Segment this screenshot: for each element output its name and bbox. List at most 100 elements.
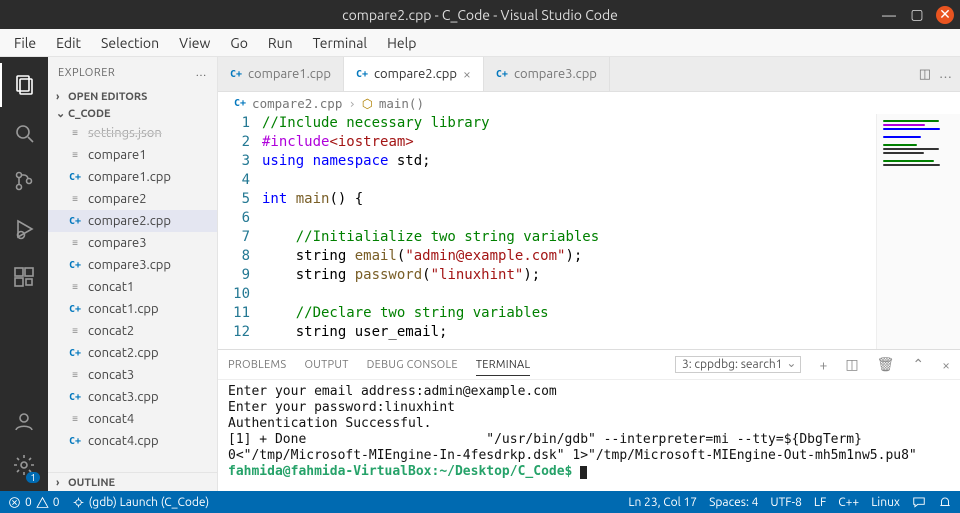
- file-icon: ≡: [68, 148, 82, 162]
- notifications-icon[interactable]: [938, 495, 952, 509]
- panel-tab-terminal[interactable]: TERMINAL: [476, 359, 531, 376]
- editor-tab[interactable]: C+ compare2.cpp ×: [344, 57, 484, 91]
- file-item[interactable]: C+compare3.cpp: [48, 254, 217, 276]
- code-content[interactable]: //Include necessary library#include<iost…: [262, 114, 876, 349]
- cpp-file-icon: C+: [68, 170, 82, 184]
- editor-column: C+ compare1.cpp C+ compare2.cpp × C+ compare3.…: [218, 57, 960, 491]
- chevron-right-icon: ›: [56, 477, 68, 489]
- file-icon: ≡: [68, 368, 82, 382]
- file-icon: ≡: [68, 192, 82, 206]
- file-item[interactable]: C+compare1.cpp: [48, 166, 217, 188]
- explorer-icon[interactable]: [0, 63, 48, 107]
- outline-section[interactable]: › OUTLINE: [48, 472, 217, 491]
- menu-help[interactable]: Help: [379, 33, 424, 53]
- menubar: FileEditSelectionViewGoRunTerminalHelp: [0, 29, 960, 57]
- terminal-output[interactable]: Enter your email address:admin@example.c…: [218, 380, 960, 491]
- chevron-right-icon: ›: [348, 96, 356, 111]
- menu-file[interactable]: File: [6, 33, 44, 53]
- menu-selection[interactable]: Selection: [93, 33, 167, 53]
- code-editor[interactable]: 123456789101112 //Include necessary libr…: [218, 114, 960, 349]
- breadcrumb[interactable]: C+ compare2.cpp › ⬡ main(): [218, 92, 960, 114]
- settings-gear-icon[interactable]: 1: [0, 443, 48, 487]
- more-actions-icon[interactable]: …: [939, 67, 952, 81]
- panel-tab-problems[interactable]: PROBLEMS: [228, 359, 286, 371]
- file-item[interactable]: ≡concat2: [48, 320, 217, 342]
- file-item[interactable]: C+concat2.cpp: [48, 342, 217, 364]
- file-label: concat3.cpp: [88, 390, 159, 404]
- cpp-file-icon: C+: [68, 258, 82, 272]
- new-terminal-icon[interactable]: +: [819, 357, 827, 373]
- file-item[interactable]: ≡concat1: [48, 276, 217, 298]
- account-icon[interactable]: [0, 399, 48, 443]
- explorer-header: EXPLORER …: [48, 57, 217, 89]
- file-item[interactable]: ≡compare3: [48, 232, 217, 254]
- language-mode[interactable]: C++: [838, 496, 859, 509]
- panel-tab-output[interactable]: OUTPUT: [304, 359, 348, 371]
- panel-close-icon[interactable]: ×: [942, 357, 950, 373]
- close-button[interactable]: ✕: [936, 6, 954, 24]
- kill-terminal-icon[interactable]: 🗑: [877, 356, 895, 373]
- editor-tab[interactable]: C+ compare3.cpp: [484, 57, 610, 91]
- editor-tab[interactable]: C+ compare1.cpp: [218, 57, 344, 91]
- menu-view[interactable]: View: [171, 33, 218, 53]
- file-item[interactable]: C+ concat4.cpp: [48, 430, 217, 452]
- editor-tabbar: C+ compare1.cpp C+ compare2.cpp × C+ compare3.…: [218, 57, 960, 92]
- maximize-button[interactable]: ▢: [908, 6, 926, 24]
- close-tab-icon[interactable]: ×: [463, 66, 471, 82]
- source-control-icon[interactable]: [0, 159, 48, 203]
- window-controls: — ▢ ✕: [880, 6, 954, 24]
- window-title: compare2.cpp - C_Code - Visual Studio Co…: [0, 7, 960, 23]
- file-item[interactable]: ≡settings.json: [48, 122, 217, 144]
- file-icon: ≡: [68, 280, 82, 294]
- file-item[interactable]: C+concat1.cpp: [48, 298, 217, 320]
- search-icon[interactable]: [0, 111, 48, 155]
- file-item[interactable]: ≡ compare1: [48, 144, 217, 166]
- split-terminal-icon[interactable]: ◫: [845, 356, 858, 373]
- menu-terminal[interactable]: Terminal: [305, 33, 376, 53]
- file-item[interactable]: C+compare2.cpp: [48, 210, 217, 232]
- errors-warnings[interactable]: 0 0: [8, 496, 60, 509]
- activity-bar: 1: [0, 57, 48, 491]
- tab-label: compare1.cpp: [248, 67, 331, 81]
- cpp-file-icon: C+: [68, 302, 82, 316]
- feedback-icon[interactable]: [912, 495, 926, 509]
- open-editors-section[interactable]: › OPEN EDITORS: [48, 89, 217, 105]
- tab-label: compare3.cpp: [514, 67, 597, 81]
- folder-section[interactable]: ⌄ C_CODE: [48, 105, 217, 122]
- panel-up-icon[interactable]: ⌃: [912, 356, 924, 373]
- minimap[interactable]: [876, 114, 960, 349]
- tab-label: compare2.cpp: [374, 67, 457, 81]
- menu-run[interactable]: Run: [260, 33, 301, 53]
- main-row: 1 EXPLORER … › OPEN EDITORS ⌄ C_CODE ≡se…: [0, 57, 960, 491]
- split-editor-icon[interactable]: ◫: [919, 67, 931, 82]
- file-item[interactable]: ≡ concat3: [48, 364, 217, 386]
- cpp-file-icon: C+: [496, 69, 508, 80]
- file-label: concat3: [88, 368, 134, 382]
- file-item[interactable]: C+concat3.cpp: [48, 386, 217, 408]
- minimize-button[interactable]: —: [880, 6, 898, 24]
- cpp-file-icon: C+: [68, 434, 82, 448]
- menu-go[interactable]: Go: [222, 33, 255, 53]
- explorer-more-icon[interactable]: …: [196, 67, 207, 79]
- cpp-file-icon: C+: [356, 69, 368, 80]
- eol[interactable]: LF: [814, 496, 826, 509]
- file-label: concat4.cpp: [88, 434, 159, 448]
- panel-tab-debug-console[interactable]: DEBUG CONSOLE: [367, 359, 458, 371]
- line-gutter: 123456789101112: [218, 114, 262, 349]
- os-indicator[interactable]: Linux: [871, 496, 900, 509]
- cursor-position[interactable]: Ln 23, Col 17: [628, 496, 697, 509]
- cpp-file-icon: C+: [230, 69, 242, 80]
- terminal-selector[interactable]: 3: cppdbg: search1: [675, 356, 801, 373]
- encoding[interactable]: UTF-8: [770, 496, 801, 509]
- panel-tabs: PROBLEMS OUTPUT DEBUG CONSOLE TERMINAL 3: cp…: [218, 350, 960, 380]
- file-label: compare2: [88, 192, 147, 206]
- file-item[interactable]: ≡ compare2: [48, 188, 217, 210]
- debug-launch[interactable]: (gdb) Launch (C_Code): [72, 496, 210, 509]
- file-label: concat4: [88, 412, 134, 426]
- menu-edit[interactable]: Edit: [48, 33, 89, 53]
- run-debug-icon[interactable]: [0, 207, 48, 251]
- extensions-icon[interactable]: [0, 255, 48, 299]
- file-label: compare1: [88, 148, 147, 162]
- indentation[interactable]: Spaces: 4: [709, 496, 758, 509]
- file-item[interactable]: ≡concat4: [48, 408, 217, 430]
